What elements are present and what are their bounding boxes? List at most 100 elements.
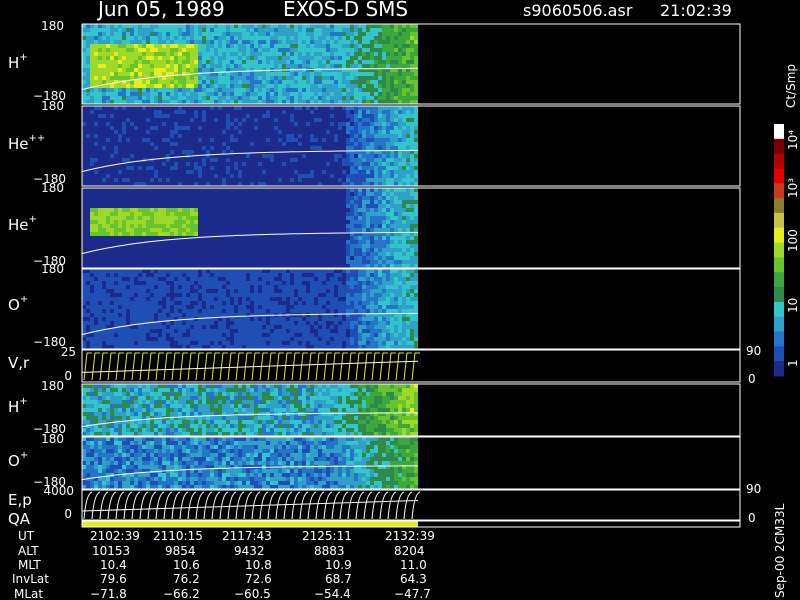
heatmap-cell — [338, 64, 342, 68]
heatmap-cell — [374, 192, 378, 196]
heatmap-cell — [334, 158, 338, 162]
heatmap-cell — [390, 252, 394, 256]
heatmap-cell — [322, 158, 326, 162]
heatmap-cell — [370, 178, 374, 182]
heatmap-cell — [314, 76, 318, 80]
heatmap-cell — [110, 192, 114, 196]
heatmap-cell — [194, 228, 198, 232]
heatmap-cell — [210, 220, 214, 224]
heatmap-cell — [258, 92, 262, 96]
heatmap-cell — [134, 92, 138, 96]
heatmap-cell — [362, 178, 366, 182]
heatmap-cell — [230, 84, 234, 88]
heatmap-cell — [134, 52, 138, 56]
heatmap-cell — [186, 40, 190, 44]
heatmap-cell — [298, 72, 302, 76]
heatmap-cell — [150, 212, 154, 216]
heatmap-cell — [326, 212, 330, 216]
heatmap-cell — [382, 100, 386, 104]
heatmap-cell — [294, 188, 298, 192]
heatmap-cell — [130, 170, 134, 174]
heatmap-cell — [254, 142, 258, 146]
heatmap-cell — [246, 264, 250, 268]
heatmap-cell — [158, 252, 162, 256]
heatmap-cell — [90, 142, 94, 146]
heatmap-cell — [346, 126, 350, 130]
heatmap-cell — [218, 224, 222, 228]
heatmap-cell — [134, 106, 138, 110]
heatmap-cell — [374, 130, 378, 134]
heatmap-cell — [230, 166, 234, 170]
heatmap-cell — [278, 28, 282, 32]
heatmap-cell — [274, 96, 278, 100]
heatmap-cell — [126, 32, 130, 36]
heatmap-cell — [374, 178, 378, 182]
heatmap-cell — [390, 188, 394, 192]
heatmap-cell — [394, 142, 398, 146]
heatmap-cell — [150, 236, 154, 240]
heatmap-cell — [138, 182, 142, 186]
heatmap-cell — [366, 264, 370, 268]
heatmap-cell — [362, 28, 366, 32]
heatmap-cell — [118, 224, 122, 228]
heatmap-cell — [138, 162, 142, 166]
heatmap-cell — [358, 162, 362, 166]
heatmap-cell — [134, 264, 138, 268]
heatmap-cell — [242, 248, 246, 252]
heatmap-cell — [270, 260, 274, 264]
heatmap-cell — [302, 170, 306, 174]
heatmap-cell — [386, 32, 390, 36]
heatmap-cell — [98, 158, 102, 162]
heatmap-cell — [142, 28, 146, 32]
heatmap-cell — [138, 106, 142, 110]
heatmap-cell — [254, 232, 258, 236]
heatmap-cell — [238, 170, 242, 174]
heatmap-cell — [318, 130, 322, 134]
heatmap-cell — [146, 122, 150, 126]
heatmap-cell — [286, 240, 290, 244]
heatmap-cell — [218, 142, 222, 146]
heatmap-cell — [190, 166, 194, 170]
heatmap-cell — [126, 24, 130, 28]
heatmap-cell — [218, 200, 222, 204]
heatmap-cell — [190, 228, 194, 232]
heatmap-cell — [146, 228, 150, 232]
heatmap-cell — [202, 134, 206, 138]
heatmap-cell — [110, 110, 114, 114]
heatmap-cell — [218, 182, 222, 186]
heatmap-cell — [198, 244, 202, 248]
heatmap-cell — [198, 192, 202, 196]
heatmap-cell — [374, 126, 378, 130]
heatmap-cell — [358, 96, 362, 100]
heatmap-cell — [242, 106, 246, 110]
heatmap-cell — [266, 228, 270, 232]
heatmap-cell — [238, 264, 242, 268]
heatmap-cell — [138, 138, 142, 142]
heatmap-cell — [390, 170, 394, 174]
heatmap-cell — [122, 114, 126, 118]
heatmap-cell — [190, 220, 194, 224]
heatmap-cell — [146, 264, 150, 268]
heatmap-cell — [174, 260, 178, 264]
heatmap-cell — [306, 60, 310, 64]
heatmap-cell — [194, 122, 198, 126]
heatmap-cell — [302, 134, 306, 138]
heatmap-cell — [102, 188, 106, 192]
heatmap-cell — [378, 264, 382, 268]
heatmap-cell — [386, 122, 390, 126]
heatmap-cell — [214, 68, 218, 72]
heatmap-cell — [362, 138, 366, 142]
heatmap-cell — [318, 52, 322, 56]
heatmap-cell — [262, 248, 266, 252]
heatmap-cell — [166, 182, 170, 186]
heatmap-cell — [150, 138, 154, 142]
heatmap-cell — [186, 88, 190, 92]
heatmap-cell — [94, 264, 98, 268]
heatmap-cell — [274, 110, 278, 114]
heatmap-cell — [126, 240, 130, 244]
heatmap-cell — [402, 178, 406, 182]
heatmap-cell — [262, 256, 266, 260]
heatmap-cell — [306, 44, 310, 48]
heatmap-cell — [94, 236, 98, 240]
heatmap-cell — [150, 248, 154, 252]
